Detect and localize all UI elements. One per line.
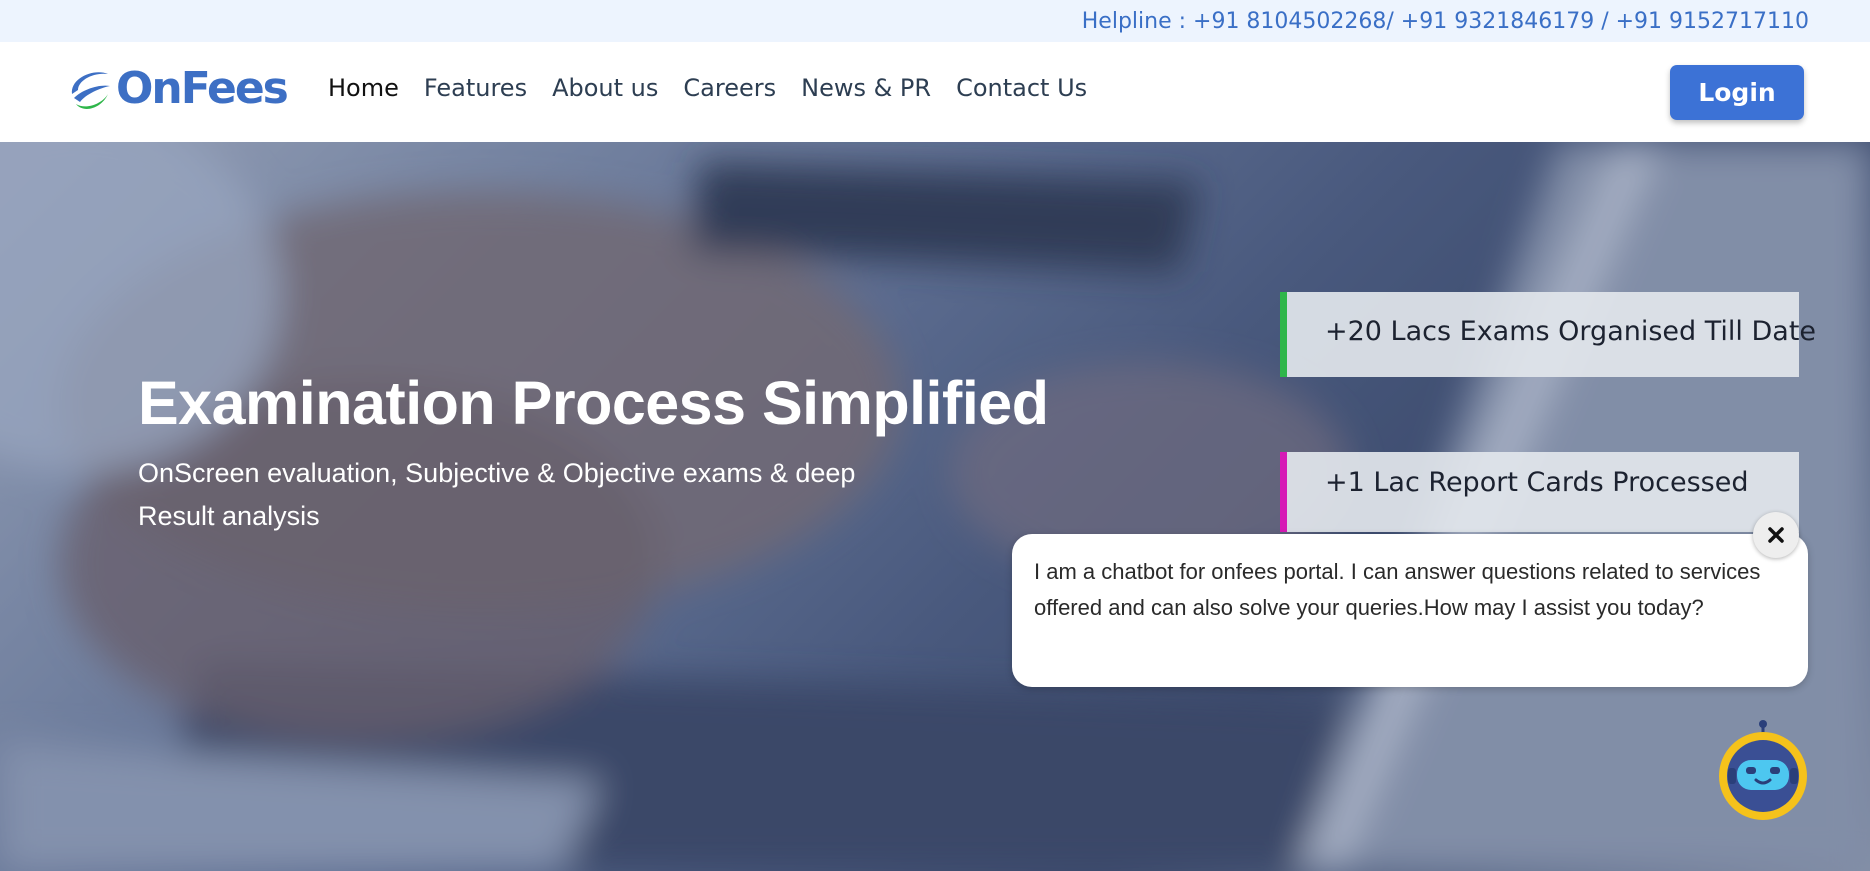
stat-card-report-cards: +1 Lac Report Cards Processed <box>1280 452 1799 532</box>
hero-title: Examination Process Simplified <box>138 369 1049 437</box>
nav-item-home[interactable]: Home <box>328 72 399 104</box>
chat-close-button[interactable] <box>1753 512 1799 558</box>
onfees-swoosh-icon <box>71 72 110 109</box>
robot-icon <box>1719 720 1807 820</box>
nav-item-careers[interactable]: Careers <box>683 72 776 104</box>
hero-banner: Examination Process Simplified OnScreen … <box>0 142 1870 871</box>
brand-logo[interactable]: OnFees <box>64 64 294 114</box>
brand-name: OnFees <box>116 63 289 114</box>
stat-card-exams: +20 Lacs Exams Organised Till Date <box>1280 292 1816 377</box>
nav-item-contact-us[interactable]: Contact Us <box>956 72 1087 104</box>
nav-menu: Home Features About us Careers News & PR… <box>328 72 1112 104</box>
close-icon <box>1768 527 1784 543</box>
helpline-text: Helpline : +91 8104502268/ +91 932184617… <box>1081 9 1809 34</box>
login-button[interactable]: Login <box>1670 65 1804 120</box>
hero-subtitle: OnScreen evaluation, Subjective & Object… <box>138 458 856 531</box>
chatbot-launcher[interactable] <box>1716 720 1810 820</box>
nav-item-features[interactable]: Features <box>424 72 527 104</box>
chatbot-message: I am a chatbot for onfees portal. I can … <box>1012 534 1808 687</box>
nav-item-news-pr[interactable]: News & PR <box>801 72 931 104</box>
helpline-bar: Helpline : +91 8104502268/ +91 932184617… <box>0 0 1870 42</box>
main-navbar: OnFees Home Features About us Careers Ne… <box>0 42 1870 142</box>
nav-item-about-us[interactable]: About us <box>552 72 658 104</box>
